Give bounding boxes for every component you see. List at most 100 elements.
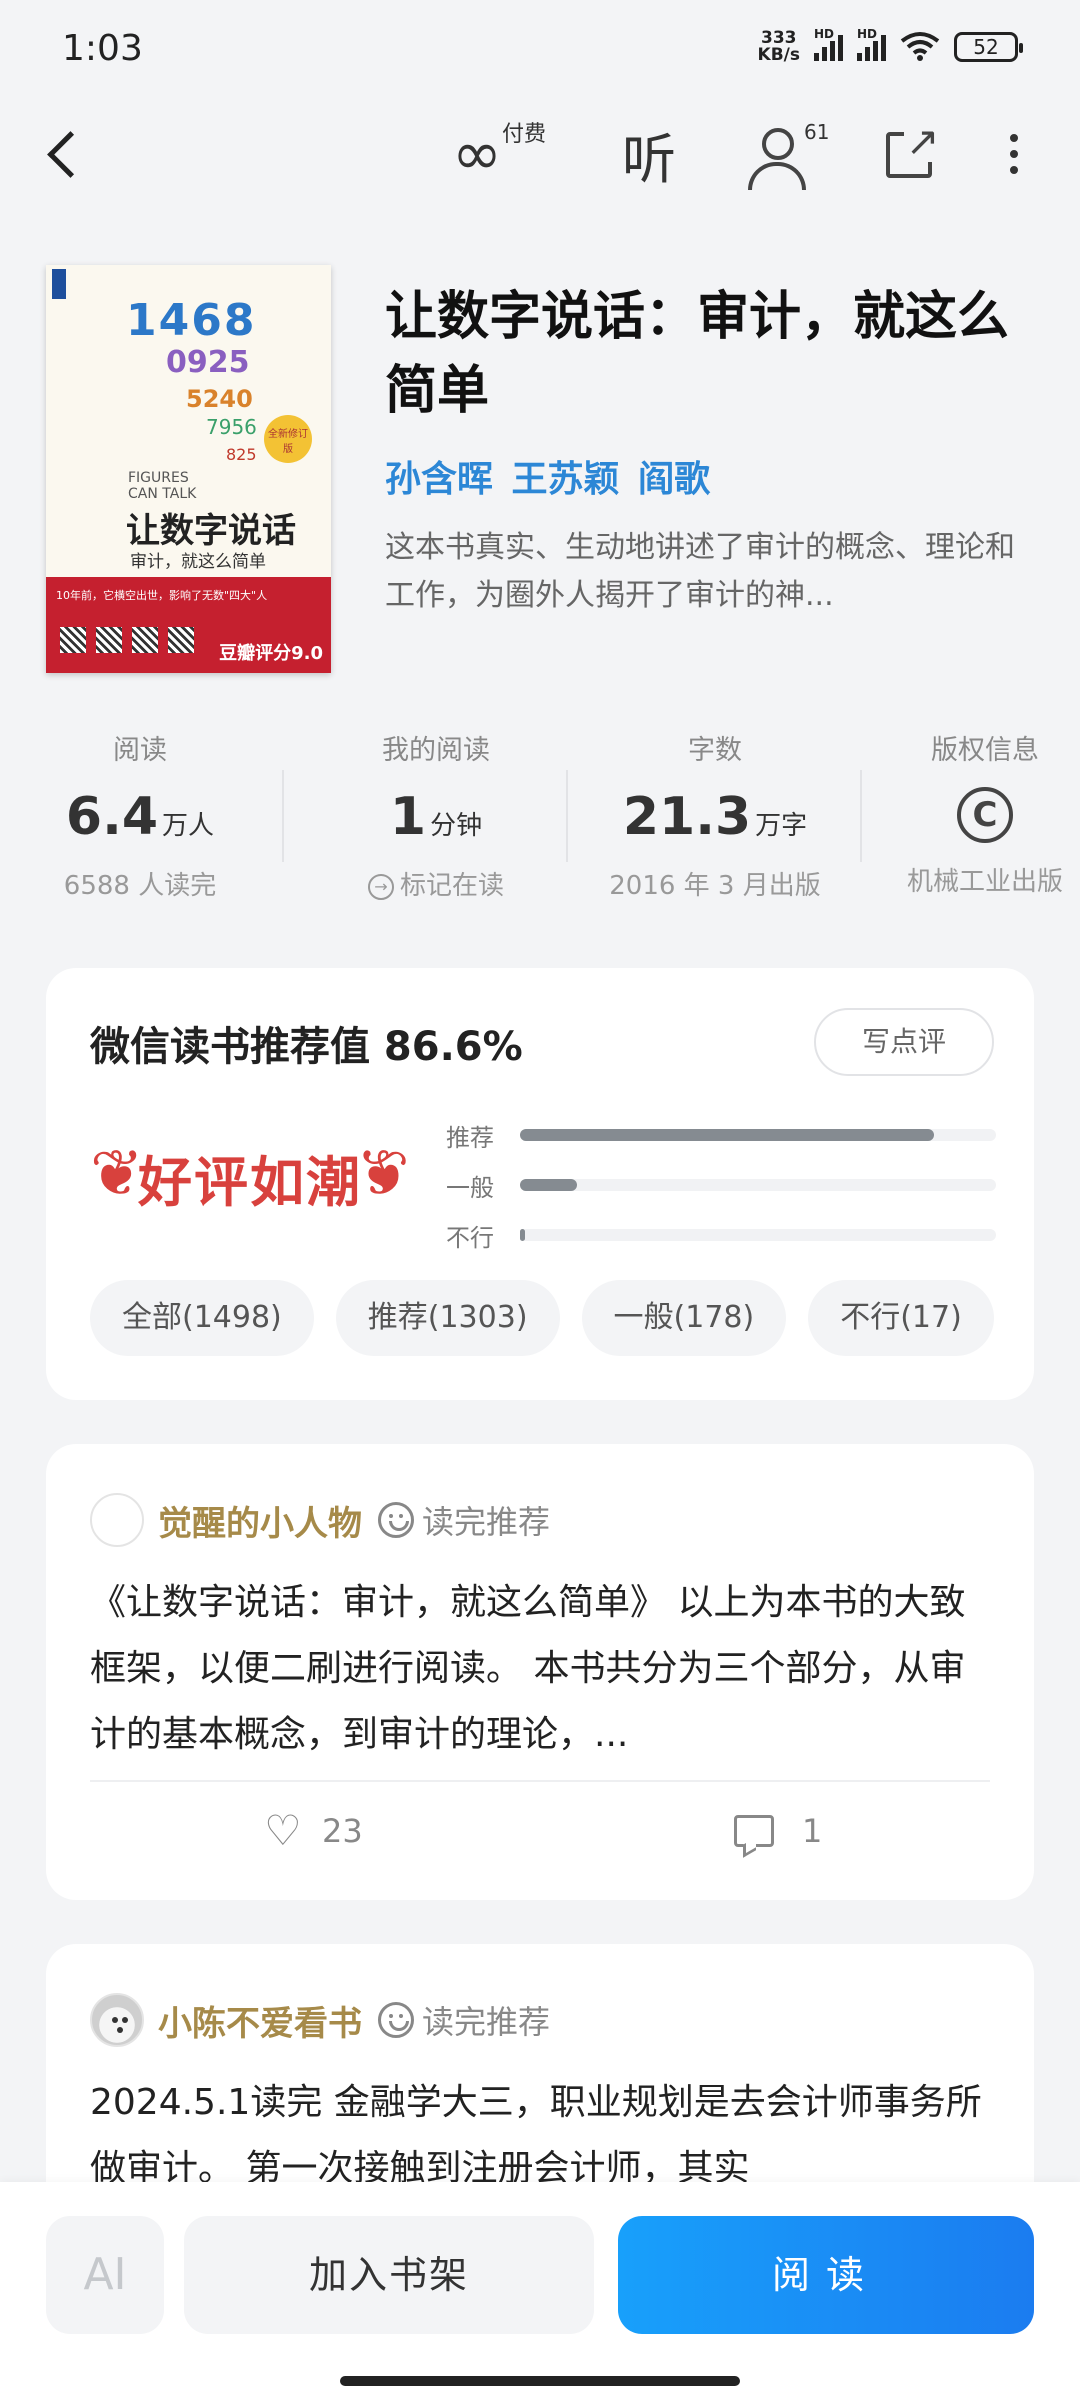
stat-sub: 6588 人读完	[63, 871, 217, 901]
like-button[interactable]: ♡ 23	[264, 1806, 363, 1855]
more-icon[interactable]	[1010, 118, 1018, 190]
comment-icon	[734, 1815, 774, 1847]
review-tag: 读完推荐	[422, 1503, 551, 1541]
rating-bar-label: 不行	[446, 1223, 494, 1252]
book-title: 让数字说话：审计，就这么简单	[385, 286, 1010, 421]
avatar[interactable]	[90, 1993, 144, 2047]
stat-label: 阅读	[113, 735, 167, 766]
cover-band-text: 10年前，它横空出世，影响了无数"四大"人	[56, 589, 268, 602]
cover-en-line1: FIGURES	[128, 470, 189, 486]
stat-value: 6.4 万人	[30, 787, 250, 847]
cover-qr-codes	[60, 627, 194, 653]
review-username[interactable]: 觉醒的小人物	[158, 1496, 362, 1545]
stat-word-count[interactable]: 字数 21.3 万字 2016 年 3 月出版	[590, 728, 840, 902]
review-card[interactable]: 觉醒的小人物 读完推荐 《让数字说话：审计，就这么简单》 以上为本书的大致框架，…	[46, 1444, 1034, 1900]
comment-button[interactable]: 1	[734, 1812, 822, 1850]
cover-art: 1468	[126, 295, 257, 346]
write-review-button[interactable]: 写点评	[814, 1008, 994, 1076]
paid-listen-button[interactable]: ∞ 付费	[452, 118, 546, 190]
home-indicator[interactable]	[340, 2376, 740, 2386]
filter-chip-neutral[interactable]: 一般(178)	[581, 1280, 787, 1356]
stat-sub: 2016 年 3 月出版	[609, 871, 821, 901]
rating-bar-label: 推荐	[446, 1123, 494, 1152]
avatar[interactable]	[90, 1493, 144, 1547]
readers-button[interactable]: 61	[748, 118, 830, 190]
review-text[interactable]: 《让数字说话：审计，就这么简单》 以上为本书的大致框架，以便二刷进行阅读。 本书…	[90, 1570, 990, 1768]
cover-art-4: 7956	[206, 415, 257, 439]
review-filter-chips: 全部(1498) 推荐(1303) 一般(178) 不行(17)	[90, 1280, 1034, 1356]
stat-my-reading[interactable]: 我的阅读 1 分钟 → 标记在读	[306, 728, 566, 902]
rating-bars: 推荐 一般 不行	[446, 1110, 996, 1260]
book-intro[interactable]: 这本书真实、生动地讲述了审计的概念、理论和工作，为圈外人揭开了审计的神...	[385, 524, 1025, 620]
stat-sub[interactable]: → 标记在读	[306, 865, 566, 902]
heart-icon: ♡	[264, 1806, 302, 1855]
user-icon	[762, 128, 794, 160]
rating-bar-track	[520, 1229, 996, 1241]
stat-value: 21.3 万字	[590, 787, 840, 847]
stat-readers[interactable]: 阅读 6.4 万人 6588 人读完	[30, 728, 250, 902]
comment-count: 1	[802, 1812, 823, 1850]
divider	[282, 770, 284, 862]
filter-chip-all[interactable]: 全部(1498)	[90, 1280, 314, 1356]
rating-bar-track	[520, 1129, 996, 1141]
share-button[interactable]: ↗	[886, 118, 946, 190]
cover-art-2: 0925	[166, 345, 250, 380]
stat-number: 21.3	[622, 787, 752, 847]
rating-bar-recommend: 推荐	[446, 1110, 996, 1160]
bottom-action-bar: AI 加入书架 阅读	[0, 2182, 1080, 2400]
signal-icon-2: HD	[857, 27, 886, 61]
battery-icon: 52	[954, 32, 1023, 62]
status-bar: 1:03 333 KB/s HD HD 52	[0, 0, 1080, 100]
rating-card: 微信读书推荐值 86.6% 写点评 ❦ 好评如潮 ❦ 推荐 一般 不行 全部(1…	[46, 968, 1034, 1400]
rating-badge: ❦ 好评如潮 ❦	[90, 1124, 410, 1224]
cover-badge: 全新修订版	[264, 415, 312, 463]
user-icon-body	[748, 162, 806, 190]
cover-score: 豆瓣评分9.0	[219, 643, 323, 664]
signal-icon: HD	[814, 27, 843, 61]
recommend-score: 微信读书推荐值 86.6%	[90, 1024, 523, 1070]
book-authors[interactable]: 孙含晖 王苏颖 阎歌	[385, 450, 710, 502]
rating-bar-fill	[520, 1179, 578, 1191]
readers-count: 61	[804, 120, 830, 144]
filter-chip-recommend[interactable]: 推荐(1303)	[335, 1280, 560, 1356]
filter-chip-bad[interactable]: 不行(17)	[808, 1280, 994, 1356]
rating-bar-label: 一般	[446, 1173, 494, 1202]
cover-band: 10年前，它横空出世，影响了无数"四大"人 豆瓣评分9.0	[46, 577, 331, 673]
stat-label: 我的阅读	[382, 735, 490, 766]
review-username[interactable]: 小陈不爱看书	[158, 1996, 362, 2045]
review-header: 觉醒的小人物 读完推荐	[90, 1492, 550, 1548]
cover-art-5: 825	[226, 445, 257, 464]
cover-subtitle: 审计，就这么简单	[130, 552, 266, 572]
status-right-group: 333 KB/s HD HD 52	[758, 27, 1023, 64]
infinity-icon: ∞	[452, 119, 502, 189]
stat-sub: 机械工业出版	[906, 867, 1063, 897]
arrow-circle-icon: →	[367, 874, 394, 900]
divider	[566, 770, 568, 862]
stat-label: 版权信息	[931, 735, 1039, 766]
add-to-shelf-button[interactable]: 加入书架	[184, 2216, 594, 2334]
publisher-logo	[52, 269, 66, 299]
stat-number: 6.4	[65, 787, 159, 847]
rating-badge-text: 好评如潮	[138, 1151, 362, 1214]
cover-en-line2: CAN TALK	[128, 486, 197, 502]
stat-unit: 万人	[162, 811, 215, 841]
mark-reading-label: 标记在读	[399, 871, 504, 901]
cover-title: 让数字说话	[126, 511, 296, 551]
listen-button[interactable]: 听	[622, 118, 676, 191]
ai-button[interactable]: AI	[46, 2216, 164, 2334]
rating-bar-fill	[520, 1229, 525, 1241]
smile-icon	[378, 1502, 414, 1538]
book-cover[interactable]: 1468 0925 5240 7956 825 全新修订版 FIGURES CA…	[46, 265, 331, 673]
read-button[interactable]: 阅读	[618, 2216, 1034, 2334]
back-icon[interactable]	[36, 124, 96, 184]
share-arrow: ↗	[904, 119, 942, 165]
review-tag: 读完推荐	[422, 2003, 551, 2041]
stats-row: 阅读 6.4 万人 6588 人读完 我的阅读 1 分钟 → 标记在读 字数 21.3…	[0, 728, 1080, 908]
hd-label-2: HD	[857, 27, 878, 41]
review-header: 小陈不爱看书 读完推荐	[90, 1992, 550, 2048]
status-time: 1:03	[62, 28, 143, 69]
stat-copyright[interactable]: 版权信息 C 机械工业出版	[890, 728, 1080, 898]
laurel-right-icon: ❦	[356, 1137, 410, 1211]
rating-bar-bad: 不行	[446, 1210, 996, 1260]
copyright-icon: C	[957, 787, 1013, 843]
